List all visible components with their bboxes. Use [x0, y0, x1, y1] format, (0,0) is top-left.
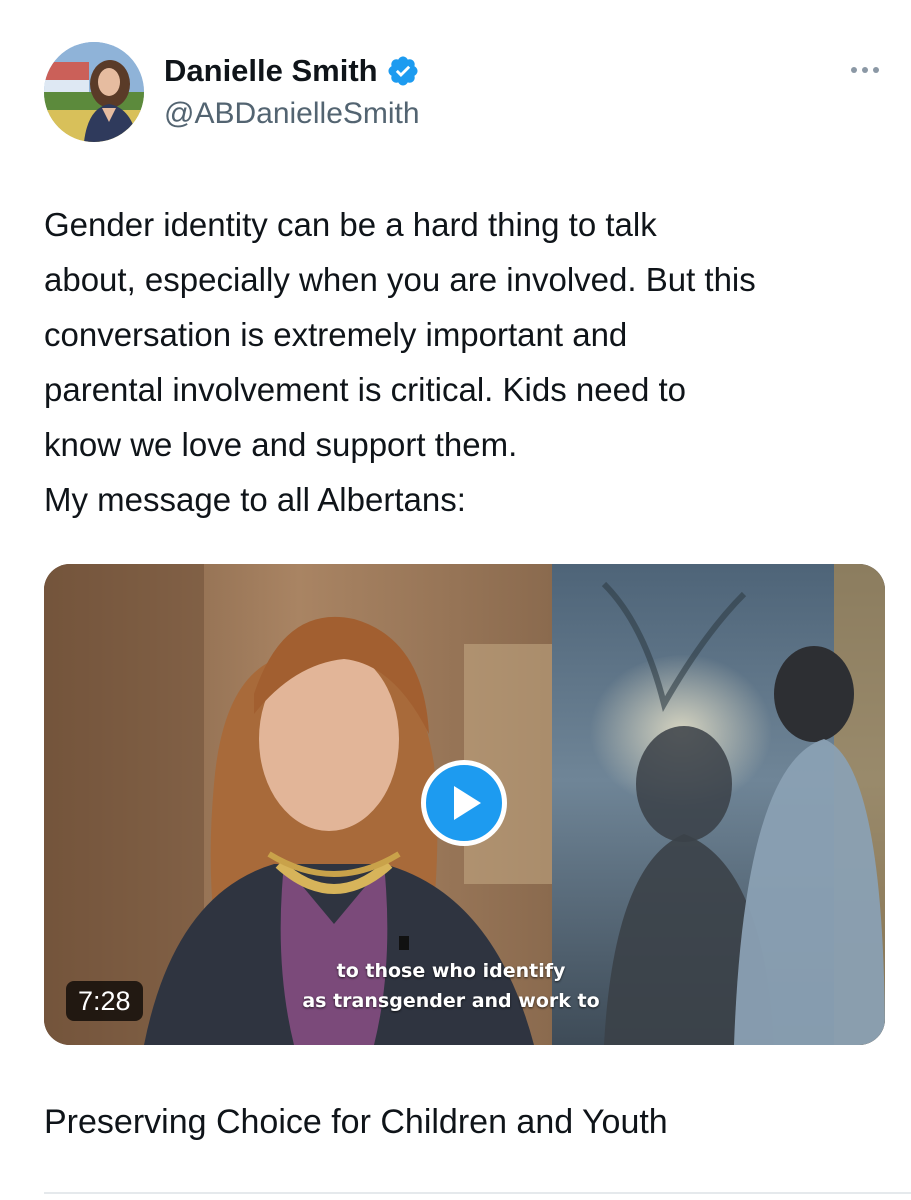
divider [44, 1192, 911, 1194]
video-caption-line: to those who identify [336, 960, 566, 982]
play-button[interactable] [421, 760, 507, 846]
profile-photo [44, 42, 144, 142]
video-duration-badge: 7:28 [66, 981, 143, 1021]
video-caption-line: as transgender and work to [302, 990, 600, 1012]
link-card-title[interactable]: Preserving Choice for Children and Youth [44, 1100, 668, 1144]
verified-badge-icon[interactable] [386, 54, 420, 88]
avatar[interactable] [44, 42, 144, 142]
play-icon [454, 786, 481, 820]
video-player[interactable]: to those who identify as transgender and… [44, 564, 885, 1045]
video-caption: to those who identify as transgender and… [286, 956, 616, 1016]
author-display-name[interactable]: Danielle Smith [164, 52, 378, 90]
author-handle[interactable]: @ABDanielleSmith [164, 96, 420, 132]
author-name-row[interactable]: Danielle Smith [164, 52, 420, 90]
tweet-text: Gender identity can be a hard thing to t… [44, 206, 756, 518]
more-options-icon[interactable] [845, 58, 885, 82]
